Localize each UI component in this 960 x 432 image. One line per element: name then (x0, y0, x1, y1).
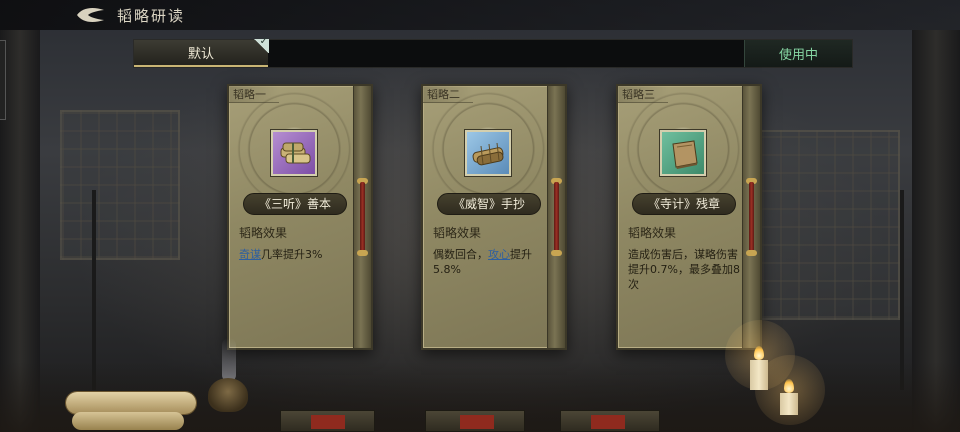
incense-burner (208, 378, 248, 412)
desk-book (425, 410, 525, 432)
effect-keyword[interactable]: 奇谋 (239, 248, 261, 261)
candle-flame (754, 346, 764, 360)
candle (780, 393, 798, 415)
candle-stand-right (900, 190, 904, 390)
effect-description: 奇谋几率提升3% (239, 247, 351, 262)
rolled-scroll (66, 392, 196, 414)
candle-stand-left (92, 190, 96, 390)
desk-book (560, 410, 660, 432)
strategy-card-1[interactable]: 韬略一 《三听》善本 韬略效果 奇谋几率提升3% (227, 84, 373, 350)
book-band (591, 415, 625, 429)
page-title: 韬略研读 (117, 7, 186, 25)
side-drawer-handle[interactable] (0, 40, 6, 120)
bamboo-scroll-icon (465, 130, 511, 176)
effect-description: 偶数回合，攻心提升5.8% (433, 247, 545, 277)
effect-label: 韬略效果 (433, 226, 482, 240)
card-title: 《寺计》残章 (632, 193, 736, 215)
strategy-card-2[interactable]: 韬略二 《威智》手抄 韬略效果 偶数回合，攻心提升5.8% (421, 84, 567, 350)
card-spine (547, 86, 565, 348)
spine-rod (749, 182, 754, 252)
spine-rod (360, 182, 365, 252)
lattice-window-left (60, 110, 180, 260)
back-arrow-icon (77, 7, 104, 23)
scroll-bundle-icon (271, 130, 317, 176)
spine-knob (357, 250, 368, 256)
lattice-window-right (760, 130, 900, 320)
preset-bar: 默认 ✓ 使用中 (133, 36, 853, 68)
strategy-card-3[interactable]: 韬略三 《寺计》残章 韬略效果 造成伤害后，谋略伤害提升0.7%，最多叠加8次 (616, 84, 762, 350)
spine-rod (554, 182, 559, 252)
effect-text-prefix: 偶数回合， (433, 248, 488, 261)
preset-tab-default[interactable]: 默认 ✓ (134, 36, 269, 67)
book-band (311, 415, 345, 429)
book-icon (660, 130, 706, 176)
card-slot-tag: 韬略二 (423, 86, 473, 103)
effect-label: 韬略效果 (239, 226, 288, 240)
card-spine (742, 86, 760, 348)
top-header: 韬略研读 (0, 0, 960, 30)
rolled-scroll (72, 412, 184, 430)
card-title: 《威智》手抄 (437, 193, 541, 215)
candle-flame (784, 379, 794, 393)
book-band (460, 415, 494, 429)
incense-smoke (222, 338, 236, 382)
in-use-button[interactable]: 使用中 (744, 40, 852, 67)
card-slot-tag: 韬略三 (618, 86, 668, 103)
preset-tab-label: 默认 (187, 47, 214, 62)
card-title: 《三听》善本 (243, 193, 347, 215)
selected-check-icon: ✓ (253, 36, 269, 53)
card-spine (353, 86, 371, 348)
effect-description: 造成伤害后，谋略伤害提升0.7%，最多叠加8次 (628, 248, 740, 291)
effect-label: 韬略效果 (628, 226, 677, 240)
effect-keyword[interactable]: 攻心 (488, 248, 510, 261)
spine-knob (746, 250, 757, 256)
candle (750, 360, 768, 390)
effect-text: 几率提升3% (261, 248, 323, 261)
back-button[interactable] (74, 6, 108, 24)
spine-knob (551, 250, 562, 256)
desk-book (280, 410, 375, 432)
card-slot-tag: 韬略一 (229, 86, 279, 103)
